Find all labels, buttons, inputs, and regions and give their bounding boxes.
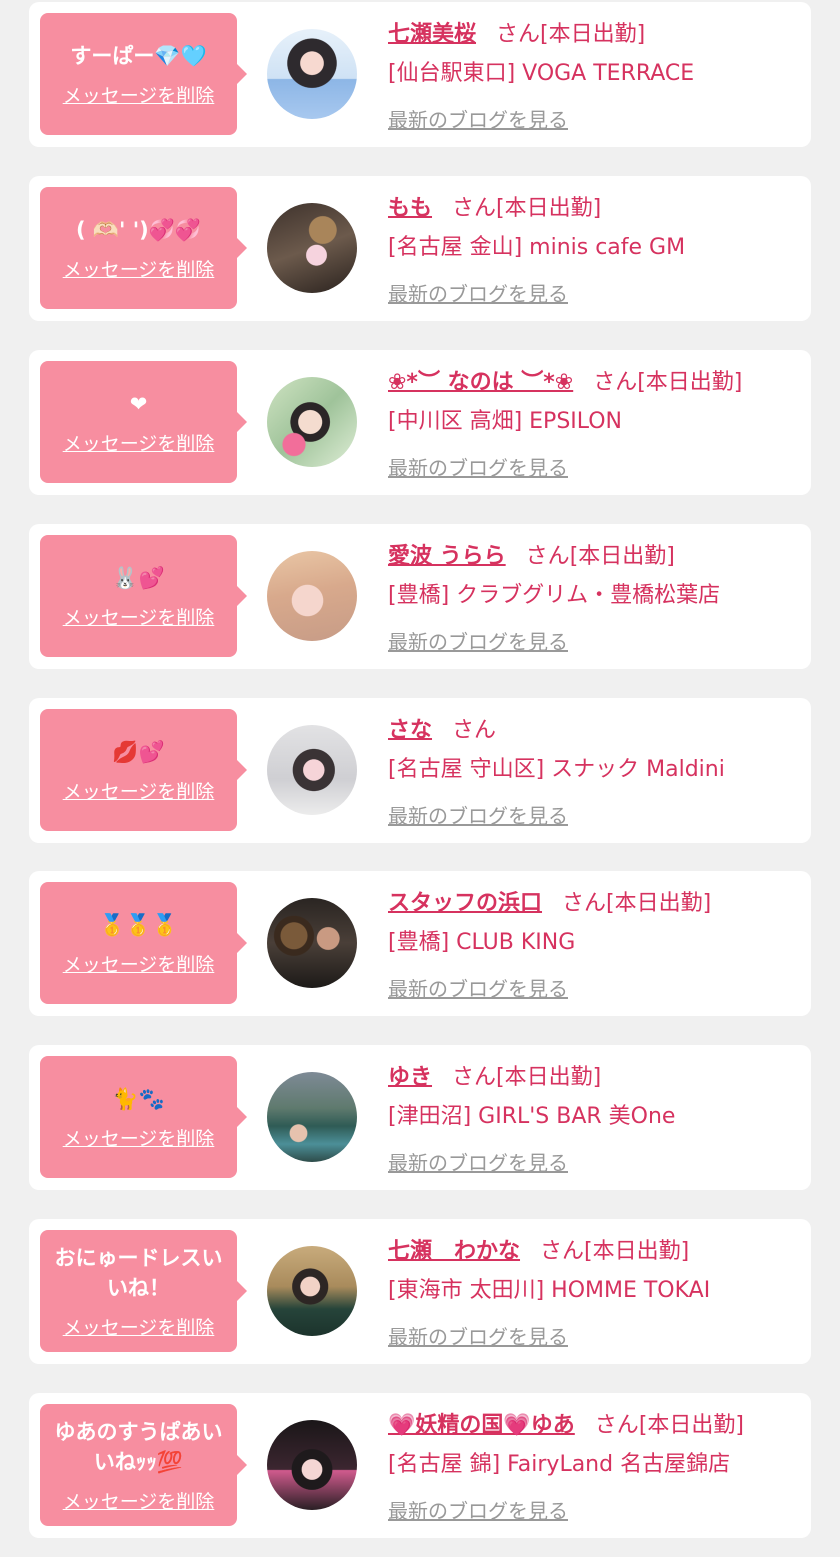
message-text: おにゅードレスいいね！	[54, 1245, 223, 1300]
latest-blog-link[interactable]: 最新のブログを見る	[388, 1147, 568, 1176]
cast-name-link[interactable]: ❀*︶ なのは ︶*❀	[388, 370, 573, 395]
status-label: [本日出勤]	[637, 370, 743, 395]
message-text: ❤︎	[129, 391, 148, 416]
cast-name-link[interactable]: もも	[388, 196, 432, 221]
shop-label: [名古屋 金山] minis cafe GM	[388, 235, 686, 260]
shop-label: [名古屋 守山区] スナック Maldini	[388, 757, 725, 782]
avatar[interactable]	[267, 1246, 357, 1336]
cast-name-link[interactable]: さな	[388, 718, 432, 743]
avatar[interactable]	[267, 377, 357, 467]
cast-card: 🐰💕 メッセージを削除 愛波 うらら さん[本日出勤] [豊橋] クラブグリム・豊…	[29, 524, 811, 669]
cast-name-link[interactable]: 七瀬 わかな	[388, 1239, 520, 1264]
shop-label: [津田沼] GIRL'S BAR 美One	[388, 1104, 676, 1129]
message-text: ゆあのすうぱあいいねｯｯ💯	[54, 1419, 223, 1474]
shop-label: [中川区 高畑] EPSILON	[388, 409, 623, 434]
status-label: [本日出勤]	[606, 891, 712, 916]
shop-label: [仙台駅東口] VOGA TERRACE	[388, 61, 695, 86]
honorific: さん	[540, 1239, 585, 1264]
avatar[interactable]	[267, 203, 357, 293]
message-bubble: ( 🫶🏻' ')💞💞 メッセージを削除	[40, 187, 247, 309]
cast-name-link[interactable]: スタッフの浜口	[388, 891, 542, 916]
latest-blog-link[interactable]: 最新のブログを見る	[388, 973, 568, 1002]
delete-message-link[interactable]: メッセージを削除	[63, 777, 215, 804]
honorific: さん	[593, 370, 638, 395]
honorific: さん	[562, 891, 607, 916]
cast-card: おにゅードレスいいね！ メッセージを削除 七瀬 わかな さん[本日出勤] [東海市…	[29, 1219, 811, 1364]
latest-blog-link[interactable]: 最新のブログを見る	[388, 1495, 568, 1524]
status-label: [本日出勤]	[496, 196, 602, 221]
latest-blog-link[interactable]: 最新のブログを見る	[388, 104, 568, 133]
honorific: さん	[452, 1065, 497, 1090]
latest-blog-link[interactable]: 最新のブログを見る	[388, 278, 568, 307]
cast-name-link[interactable]: 💗妖精の国💗ゆあ	[388, 1413, 575, 1438]
latest-blog-link[interactable]: 最新のブログを見る	[388, 452, 568, 481]
cast-card: すーぱー💎🩵 メッセージを削除 七瀬美桜 さん[本日出勤] [仙台駅東口] VOG…	[29, 2, 811, 147]
cast-name-link[interactable]: ゆき	[388, 1065, 432, 1090]
message-text: ( 🫶🏻' ')💞💞	[75, 217, 202, 242]
shop-label: [東海市 太田川] HOMME TOKAI	[388, 1278, 711, 1303]
cast-card: 💋💕 メッセージを削除 さな さん [名古屋 守山区] スナック Maldini …	[29, 698, 811, 843]
shop-label: [豊橋] CLUB KING	[388, 930, 576, 955]
message-text: すーぱー💎🩵	[70, 43, 207, 68]
status-label: [本日出勤]	[638, 1413, 744, 1438]
status-label: [本日出勤]	[496, 1065, 602, 1090]
latest-blog-link[interactable]: 最新のブログを見る	[388, 1321, 568, 1350]
message-text: 🐈🐾	[112, 1086, 165, 1111]
honorific: さん	[452, 718, 497, 743]
delete-message-link[interactable]: メッセージを削除	[63, 1487, 215, 1514]
cast-card: ❤︎ メッセージを削除 ❀*︶ なのは ︶*❀ さん[本日出勤] [中川区 高畑]…	[29, 350, 811, 495]
latest-blog-link[interactable]: 最新のブログを見る	[388, 626, 568, 655]
cast-card: ゆあのすうぱあいいねｯｯ💯 メッセージを削除 💗妖精の国💗ゆあ さん[本日出勤] …	[29, 1393, 811, 1538]
avatar[interactable]	[267, 1072, 357, 1162]
avatar[interactable]	[267, 1420, 357, 1510]
message-bubble: ❤︎ メッセージを削除	[40, 361, 247, 483]
cast-card: 🥇🥇🥇 メッセージを削除 スタッフの浜口 さん[本日出勤] [豊橋] CLUB K…	[29, 871, 811, 1016]
delete-message-link[interactable]: メッセージを削除	[63, 1313, 215, 1340]
shop-label: [豊橋] クラブグリム・豊橋松葉店	[388, 583, 721, 608]
cast-name-link[interactable]: 愛波 うらら	[388, 544, 506, 569]
message-bubble: ゆあのすうぱあいいねｯｯ💯 メッセージを削除	[40, 1404, 247, 1526]
status-label: [本日出勤]	[569, 544, 675, 569]
delete-message-link[interactable]: メッセージを削除	[63, 81, 215, 108]
delete-message-link[interactable]: メッセージを削除	[63, 255, 215, 282]
message-bubble: 🐈🐾 メッセージを削除	[40, 1056, 247, 1178]
status-label: [本日出勤]	[584, 1239, 690, 1264]
avatar[interactable]	[267, 551, 357, 641]
cast-name-link[interactable]: 七瀬美桜	[388, 22, 476, 47]
message-bubble: おにゅードレスいいね！ メッセージを削除	[40, 1230, 247, 1352]
delete-message-link[interactable]: メッセージを削除	[63, 603, 215, 630]
message-text: 💋💕	[112, 739, 165, 764]
avatar[interactable]	[267, 725, 357, 815]
message-bubble: 🥇🥇🥇 メッセージを削除	[40, 882, 247, 1004]
status-label: [本日出勤]	[540, 22, 646, 47]
delete-message-link[interactable]: メッセージを削除	[63, 950, 215, 977]
message-text: 🐰💕	[112, 565, 165, 590]
honorific: さん	[525, 544, 570, 569]
message-bubble: すーぱー💎🩵 メッセージを削除	[40, 13, 247, 135]
message-bubble: 💋💕 メッセージを削除	[40, 709, 247, 831]
avatar[interactable]	[267, 29, 357, 119]
cast-card: 🐈🐾 メッセージを削除 ゆき さん[本日出勤] [津田沼] GIRL'S BAR …	[29, 1045, 811, 1190]
delete-message-link[interactable]: メッセージを削除	[63, 429, 215, 456]
avatar[interactable]	[267, 898, 357, 988]
honorific: さん	[452, 196, 497, 221]
message-bubble: 🐰💕 メッセージを削除	[40, 535, 247, 657]
delete-message-link[interactable]: メッセージを削除	[63, 1124, 215, 1151]
message-text: 🥇🥇🥇	[99, 912, 178, 937]
honorific: さん	[496, 22, 541, 47]
shop-label: [名古屋 錦] FairyLand 名古屋錦店	[388, 1452, 731, 1477]
latest-blog-link[interactable]: 最新のブログを見る	[388, 800, 568, 829]
cast-card: ( 🫶🏻' ')💞💞 メッセージを削除 もも さん[本日出勤] [名古屋 金山] …	[29, 176, 811, 321]
honorific: さん	[594, 1413, 639, 1438]
favorite-cast-list: すーぱー💎🩵 メッセージを削除 七瀬美桜 さん[本日出勤] [仙台駅東口] VOG…	[0, 0, 840, 1557]
